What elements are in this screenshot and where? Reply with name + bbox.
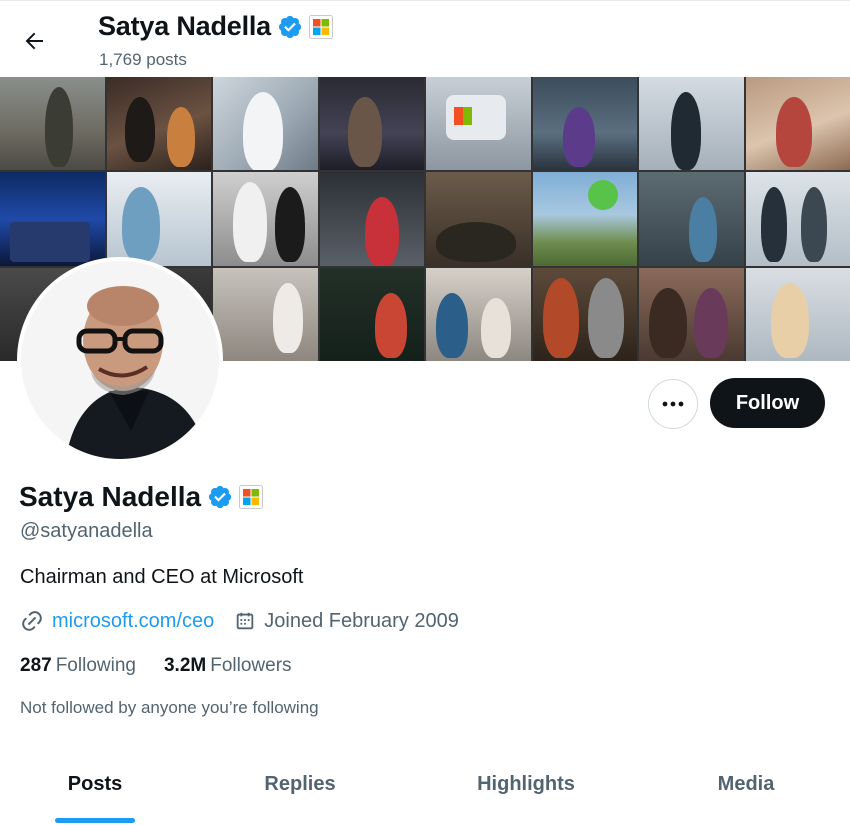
avatar-portrait-graphic [21, 261, 219, 459]
profile-name: Satya Nadella [19, 481, 202, 512]
tab-media[interactable]: Media [642, 755, 850, 825]
followed-by-text: Not followed by anyone you’re following [20, 698, 319, 717]
banner-photo [639, 77, 744, 171]
profile-tabs: Posts Replies Highlights Media [0, 755, 850, 825]
more-options-button[interactable] [648, 379, 698, 429]
follow-button[interactable]: Follow [710, 378, 825, 428]
header-name: Satya Nadella [98, 11, 271, 41]
verified-badge-icon [278, 15, 302, 38]
following-link[interactable]: 287 Following [20, 655, 136, 677]
profile-header: Satya Nadella 1,769 posts [0, 0, 850, 77]
banner-photo [532, 172, 637, 266]
verified-badge-icon[interactable] [207, 484, 233, 510]
link-icon [22, 611, 42, 631]
back-button[interactable] [14, 25, 54, 57]
tab-posts[interactable]: Posts [0, 755, 190, 825]
arrow-left-icon [25, 32, 43, 50]
banner-photo [319, 77, 424, 171]
profile-joined-date: Joined February 2009 [264, 609, 459, 632]
more-icon [662, 401, 684, 407]
profile-name-row: Satya Nadella [19, 481, 264, 513]
banner-photo [426, 267, 531, 361]
tab-highlights[interactable]: Highlights [410, 755, 642, 825]
banner-photo [319, 172, 424, 266]
banner-photo [213, 267, 318, 361]
avatar-photo [21, 261, 219, 459]
banner-photo [532, 267, 637, 361]
banner-photo [532, 77, 637, 171]
banner-photo [426, 77, 531, 171]
banner-photo [0, 172, 105, 266]
followers-count: 3.2M [163, 655, 207, 676]
followers-link[interactable]: 3.2M Followers [164, 655, 292, 677]
banner-photo [639, 172, 744, 266]
banner-photo [745, 172, 850, 266]
profile-meta: microsoft.com/ceo Joined February 2009 [20, 609, 459, 633]
header-posts-count: 1,769 posts [99, 50, 187, 69]
following-count: 287 [20, 655, 52, 676]
banner-photo [0, 77, 105, 171]
banner-photo [213, 172, 318, 266]
banner-photo [745, 77, 850, 171]
profile-website-link[interactable]: microsoft.com/ceo [52, 610, 214, 633]
profile-handle: @satyanadella [20, 520, 153, 542]
banner-photo [426, 172, 531, 266]
banner-photo [106, 172, 211, 266]
microsoft-logo-icon [309, 14, 333, 39]
profile-stats: 287 Following 3.2M Followers [20, 655, 292, 677]
header-title: Satya Nadella [98, 11, 333, 42]
followers-label: Followers [210, 655, 292, 676]
banner-photo [106, 77, 211, 171]
banner-photo [745, 267, 850, 361]
tab-replies[interactable]: Replies [190, 755, 410, 825]
microsoft-logo-icon[interactable] [239, 485, 264, 509]
profile-avatar[interactable] [17, 257, 223, 463]
banner-photo [319, 267, 424, 361]
banner-photo [639, 267, 744, 361]
banner-photo [213, 77, 318, 171]
calendar-icon [237, 612, 254, 630]
profile-bio: Chairman and CEO at Microsoft [20, 566, 304, 588]
following-label: Following [55, 655, 136, 676]
